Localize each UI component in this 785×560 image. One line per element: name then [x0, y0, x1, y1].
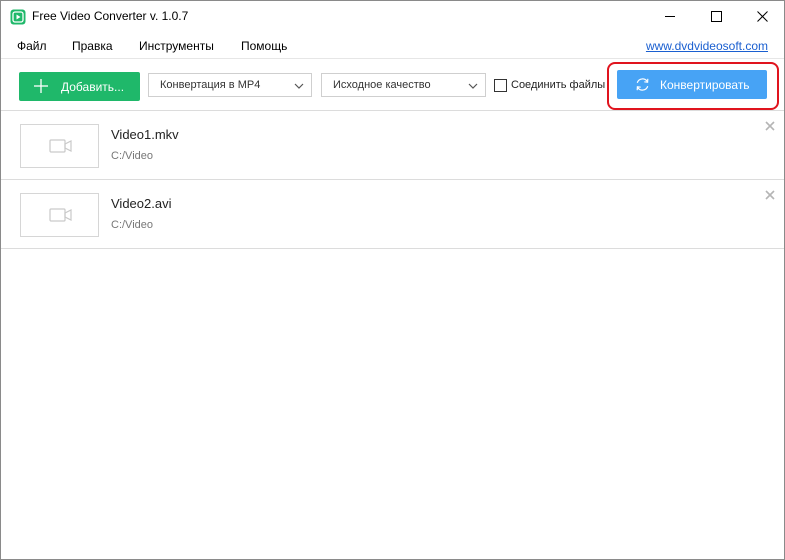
convert-label: Конвертировать — [660, 78, 750, 92]
convert-button[interactable]: Конвертировать — [617, 70, 767, 99]
remove-file-icon[interactable] — [764, 189, 776, 201]
quality-select-value: Исходное качество — [333, 79, 431, 91]
window-title: Free Video Converter v. 1.0.7 — [32, 9, 189, 23]
plus-icon — [34, 79, 48, 93]
video-camera-icon — [49, 208, 72, 222]
format-select-value: Конвертация в MP4 — [160, 79, 261, 91]
app-logo-icon — [10, 9, 26, 25]
maximize-icon — [710, 11, 722, 22]
close-window-button[interactable] — [739, 1, 785, 32]
join-files-label[interactable]: Соединить файлы — [511, 79, 605, 91]
refresh-icon — [636, 78, 649, 91]
maximize-button[interactable] — [693, 1, 739, 32]
chevron-down-icon — [468, 83, 478, 89]
remove-file-icon[interactable] — [764, 120, 776, 132]
video-camera-icon — [49, 139, 72, 153]
file-path: C:/Video — [111, 150, 153, 162]
menu-edit[interactable]: Правка — [72, 39, 113, 53]
file-list-item[interactable]: Video2.avi C:/Video — [1, 180, 784, 249]
close-icon — [756, 11, 768, 22]
file-path: C:/Video — [111, 219, 153, 231]
file-list-item[interactable]: Video1.mkv C:/Video — [1, 111, 784, 180]
file-name: Video1.mkv — [111, 127, 179, 142]
add-files-label: Добавить... — [61, 80, 125, 94]
minimize-button[interactable] — [647, 1, 693, 32]
file-name: Video2.avi — [111, 196, 172, 211]
website-link[interactable]: www.dvdvideosoft.com — [646, 39, 768, 53]
join-files-checkbox[interactable] — [494, 79, 507, 92]
menu-bar: Файл Правка Инструменты Помощь www.dvdvi… — [1, 34, 784, 58]
app-window: Free Video Converter v. 1.0.7 Файл Правк… — [0, 0, 785, 560]
video-thumbnail — [20, 124, 99, 168]
quality-select[interactable]: Исходное качество — [321, 73, 486, 97]
add-files-button[interactable]: Добавить... — [19, 72, 140, 101]
minimize-icon — [664, 16, 675, 17]
title-bar: Free Video Converter v. 1.0.7 — [1, 1, 784, 32]
chevron-down-icon — [294, 83, 304, 89]
format-select[interactable]: Конвертация в MP4 — [148, 73, 312, 97]
video-thumbnail — [20, 193, 99, 237]
menu-file[interactable]: Файл — [17, 39, 47, 53]
toolbar: Добавить... Конвертация в MP4 Исходное к… — [1, 59, 784, 111]
menu-help[interactable]: Помощь — [241, 39, 287, 53]
menu-tools[interactable]: Инструменты — [139, 39, 214, 53]
